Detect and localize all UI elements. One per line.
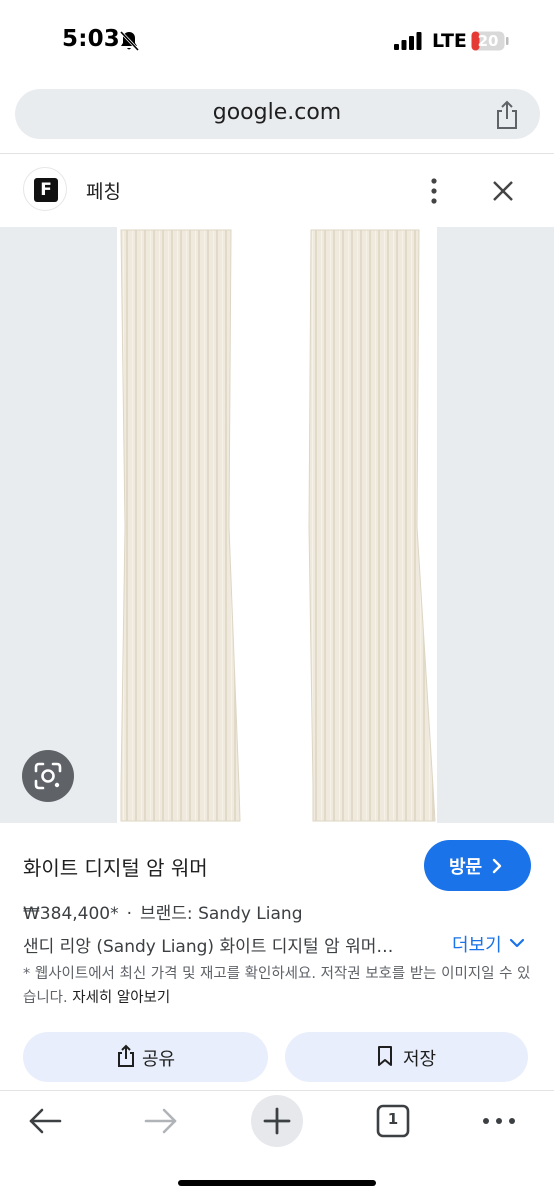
chevron-down-icon[interactable] — [509, 935, 525, 951]
divider — [0, 1090, 554, 1091]
google-lens-icon — [34, 762, 62, 790]
product-price: ₩384,400* — [23, 904, 119, 924]
bookmark-icon — [378, 1046, 392, 1066]
network-label: LTE — [432, 30, 467, 52]
home-indicator[interactable] — [178, 1180, 376, 1186]
learn-more-link[interactable]: 자세히 알아보기 — [72, 990, 170, 1006]
meta-separator: · — [126, 904, 133, 924]
chevron-right-icon — [492, 858, 502, 874]
more-horiz-icon[interactable] — [481, 1114, 517, 1128]
share-icon[interactable] — [493, 100, 521, 130]
share-label[interactable]: 공유 — [142, 1045, 175, 1071]
product-meta: ₩384,400* · 브랜드: Sandy Liang — [23, 899, 302, 924]
signal-icon — [394, 32, 422, 50]
status-time: 5:03 — [62, 26, 121, 52]
notice: * 웹사이트에서 최신 가격 및 재고를 확인하세요. 저작권 보호를 받는 이… — [23, 962, 538, 1010]
bell-slash-icon — [119, 30, 139, 52]
close-icon[interactable] — [489, 177, 517, 205]
product-brand: 브랜드: Sandy Liang — [140, 904, 303, 924]
divider — [0, 153, 554, 154]
share-icon — [118, 1044, 134, 1067]
site-name[interactable]: 페칭 — [86, 177, 121, 204]
save-label[interactable]: 저장 — [403, 1045, 436, 1071]
visit-label[interactable]: 방문 — [449, 853, 482, 879]
tab-count[interactable]: 1 — [376, 1110, 410, 1128]
more-link[interactable]: 더보기 — [452, 931, 502, 957]
arm-warmers-illustration — [120, 229, 436, 822]
url-text[interactable]: google.com — [0, 100, 554, 125]
forward-arrow-icon[interactable] — [143, 1106, 179, 1136]
site-logo-letter: F — [34, 178, 58, 202]
battery-level: 20 — [477, 32, 499, 50]
product-description: 샌디 리앙 (Sandy Liang) 화이트 디지털 암 워머… — [23, 937, 394, 957]
back-arrow-icon[interactable] — [27, 1106, 63, 1136]
plus-icon — [263, 1107, 291, 1135]
product-title: 화이트 디지털 암 워머 — [23, 856, 208, 880]
more-vert-icon[interactable] — [424, 176, 444, 206]
